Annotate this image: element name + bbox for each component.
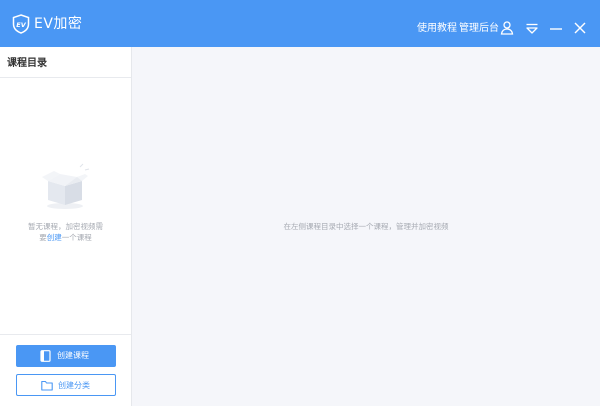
create-course-label: 创建课程 [57,351,89,360]
sidebar-title: 课程目录 [7,58,47,69]
close-icon[interactable] [572,20,588,36]
tutorial-link[interactable]: 使用教程 [417,23,457,35]
empty-state-suffix: 一个课程 [61,233,92,242]
empty-state-text: 暂无课程，加密视频需 [28,222,103,231]
menu-dropdown-icon[interactable] [524,20,540,36]
user-icon[interactable] [499,20,515,36]
app-title: EV加密 [34,16,83,32]
create-course-link[interactable]: 创建 [47,233,62,242]
course-sidebar: 课程目录 暂无课程，加密视频需 要创建一个课程 创建课程 创建分类 [0,47,132,406]
svg-text:EV: EV [16,21,26,29]
empty-box-icon [40,163,92,215]
folder-icon [41,380,53,393]
minimize-icon[interactable] [548,20,564,36]
main-content: 在左侧课程目录中选择一个课程，管理并加密视频 [132,47,600,406]
admin-panel-link[interactable]: 管理后台 [459,23,499,35]
course-book-icon [40,350,51,364]
title-bar: EV EV加密 使用教程 管理后台 [0,0,600,47]
create-category-button[interactable]: 创建分类 [16,374,116,396]
empty-state-text-2: 要创建一个课程 [0,233,131,243]
sidebar-header: 课程目录 [0,47,131,78]
create-course-button[interactable]: 创建课程 [16,345,116,367]
create-category-label: 创建分类 [58,381,90,390]
ev-shield-logo-icon: EV [12,14,30,34]
sidebar-footer: 创建课程 创建分类 [0,334,131,406]
main-empty-hint: 在左侧课程目录中选择一个课程，管理并加密视频 [283,222,449,231]
app-window: EV EV加密 使用教程 管理后台 课程目录 暂无课程，加密视频需 要创建一个课… [0,0,600,415]
empty-state-prefix: 要 [39,233,47,242]
window-bottom-edge [0,406,600,415]
